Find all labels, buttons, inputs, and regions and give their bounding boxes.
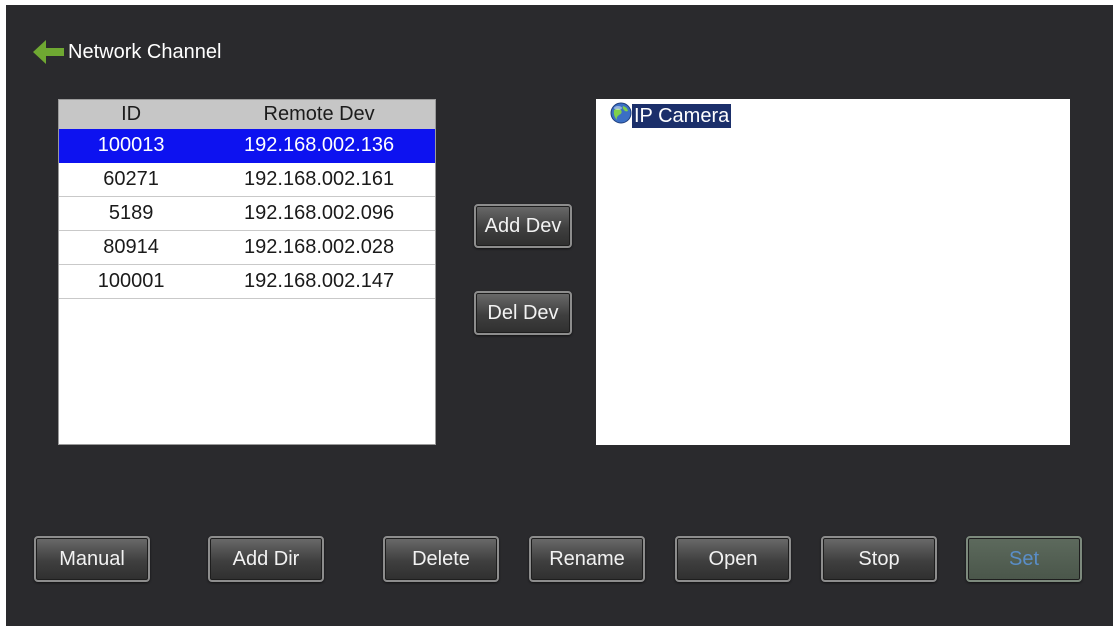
open-button[interactable]: Open	[675, 536, 791, 582]
row-remote-dev: 192.168.002.136	[244, 134, 395, 156]
stop-button[interactable]: Stop	[821, 536, 937, 582]
set-button[interactable]: Set	[966, 536, 1082, 582]
row-remote-dev: 192.168.002.161	[244, 168, 395, 190]
row-id: 60271	[103, 168, 159, 190]
device-tree: IP Camera	[596, 99, 1070, 445]
add-dir-button[interactable]: Add Dir	[208, 536, 324, 582]
row-id: 80914	[103, 236, 159, 258]
table-row[interactable]: 100013 192.168.002.136	[59, 129, 435, 163]
column-header-remote-dev: Remote Dev	[263, 103, 375, 125]
network-channel-screen: Network Channel ID Remote Dev 100013 192…	[6, 5, 1113, 626]
page-title: Network Channel	[68, 40, 222, 63]
globe-icon	[610, 102, 632, 129]
row-remote-dev: 192.168.002.028	[244, 236, 395, 258]
header[interactable]: Network Channel	[30, 35, 221, 69]
table-header: ID Remote Dev	[59, 100, 435, 129]
table-row[interactable]: 60271 192.168.002.161	[59, 163, 435, 197]
table-row[interactable]: 100001 192.168.002.147	[59, 265, 435, 299]
rename-button[interactable]: Rename	[529, 536, 645, 582]
table-row[interactable]: 5189 192.168.002.096	[59, 197, 435, 231]
row-remote-dev: 192.168.002.096	[244, 202, 395, 224]
row-id: 100001	[97, 270, 165, 292]
row-id: 100013	[97, 134, 165, 156]
add-dev-button[interactable]: Add Dev	[474, 204, 572, 248]
tree-root-label: IP Camera	[632, 103, 732, 128]
remote-device-table: ID Remote Dev 100013 192.168.002.136 602…	[58, 99, 436, 445]
column-header-id: ID	[121, 103, 142, 125]
del-dev-button[interactable]: Del Dev	[474, 291, 572, 335]
table-row[interactable]: 80914 192.168.002.028	[59, 231, 435, 265]
manual-button[interactable]: Manual	[34, 536, 150, 582]
back-arrow-icon[interactable]	[30, 37, 66, 67]
tree-root-ip-camera[interactable]: IP Camera	[610, 102, 732, 129]
row-remote-dev: 192.168.002.147	[244, 270, 395, 292]
row-id: 5189	[108, 202, 154, 224]
delete-button[interactable]: Delete	[383, 536, 499, 582]
